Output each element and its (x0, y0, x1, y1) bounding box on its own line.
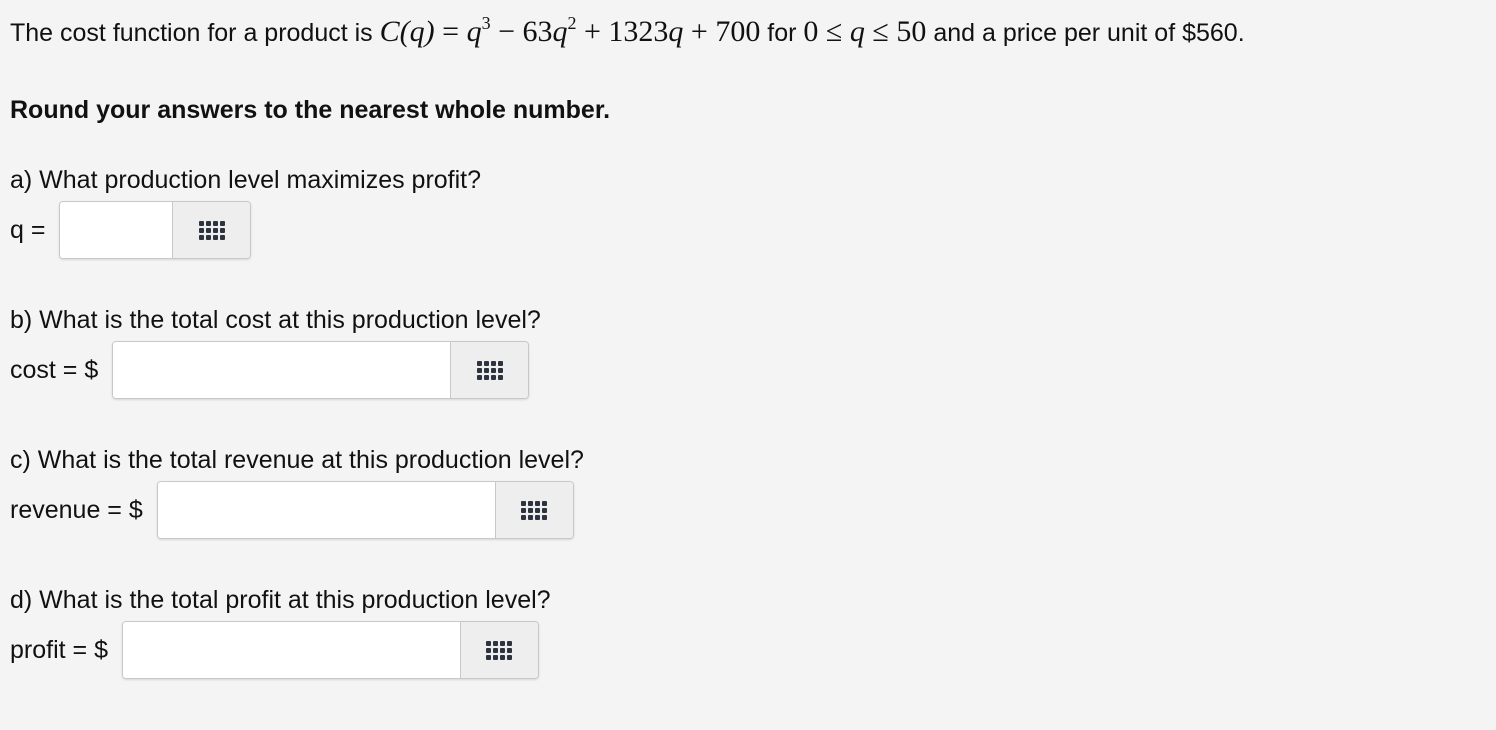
answer-group-d (121, 621, 539, 679)
answer-row-b: cost = $ (10, 341, 530, 399)
question-d-prompt: d) What is the total profit at this prod… (10, 586, 551, 614)
answer-label-b: cost = $ (10, 355, 99, 384)
cost-q-squared: q (552, 15, 568, 48)
answer-input-b[interactable] (113, 342, 451, 398)
keypad-icon (198, 220, 225, 240)
keypad-button-d[interactable] (459, 622, 538, 678)
answer-group-b (112, 341, 530, 399)
problem-statement: The cost function for a product is C(q) … (10, 14, 1245, 51)
for-text: for (767, 19, 797, 47)
cost-q-linear: q (668, 15, 684, 48)
answer-label-d: profit = $ (10, 635, 108, 664)
keypad-button-c[interactable] (494, 482, 573, 538)
cost-linear-coef: + 1323 (576, 15, 669, 48)
answer-row-a: q = (10, 201, 252, 259)
cost-function: C(q) = q3 − 63q2 + 1323q + 700 (379, 13, 761, 48)
cost-constant: + 700 (683, 15, 761, 48)
answer-input-c[interactable] (157, 482, 495, 538)
cost-quadratic-coef: − 63 (490, 15, 553, 48)
answer-group-c (156, 481, 574, 539)
domain-upper: 50 (896, 15, 927, 48)
cost-function-lhs: C(q) (379, 15, 435, 48)
answer-group-a (59, 201, 252, 259)
intro-text: The cost function for a product is (10, 19, 373, 47)
answer-input-d[interactable] (122, 622, 460, 678)
cost-q-cubed: q (466, 15, 482, 48)
domain-lower: 0 (803, 15, 819, 48)
cost-exp-3: 3 (481, 13, 491, 33)
price-text: and a price per unit of $560. (933, 19, 1245, 47)
answer-label-a: q = (10, 215, 46, 244)
answer-input-a[interactable] (60, 202, 173, 258)
domain-variable: q (849, 15, 865, 48)
keypad-button-a[interactable] (172, 202, 251, 258)
question-a-prompt: a) What production level maximizes profi… (10, 166, 482, 194)
keypad-icon (521, 500, 548, 520)
question-b-prompt: b) What is the total cost at this produc… (10, 306, 541, 334)
keypad-icon (486, 640, 513, 660)
keypad-button-b[interactable] (450, 342, 529, 398)
keypad-icon (476, 360, 503, 380)
answer-row-c: revenue = $ (10, 481, 574, 539)
instructions: Round your answers to the nearest whole … (10, 96, 611, 124)
answer-label-c: revenue = $ (10, 495, 143, 524)
question-c-prompt: c) What is the total revenue at this pro… (10, 446, 584, 474)
domain-expression: 0 ≤ q ≤ 50 (803, 15, 927, 48)
answer-row-d: profit = $ (10, 621, 539, 679)
